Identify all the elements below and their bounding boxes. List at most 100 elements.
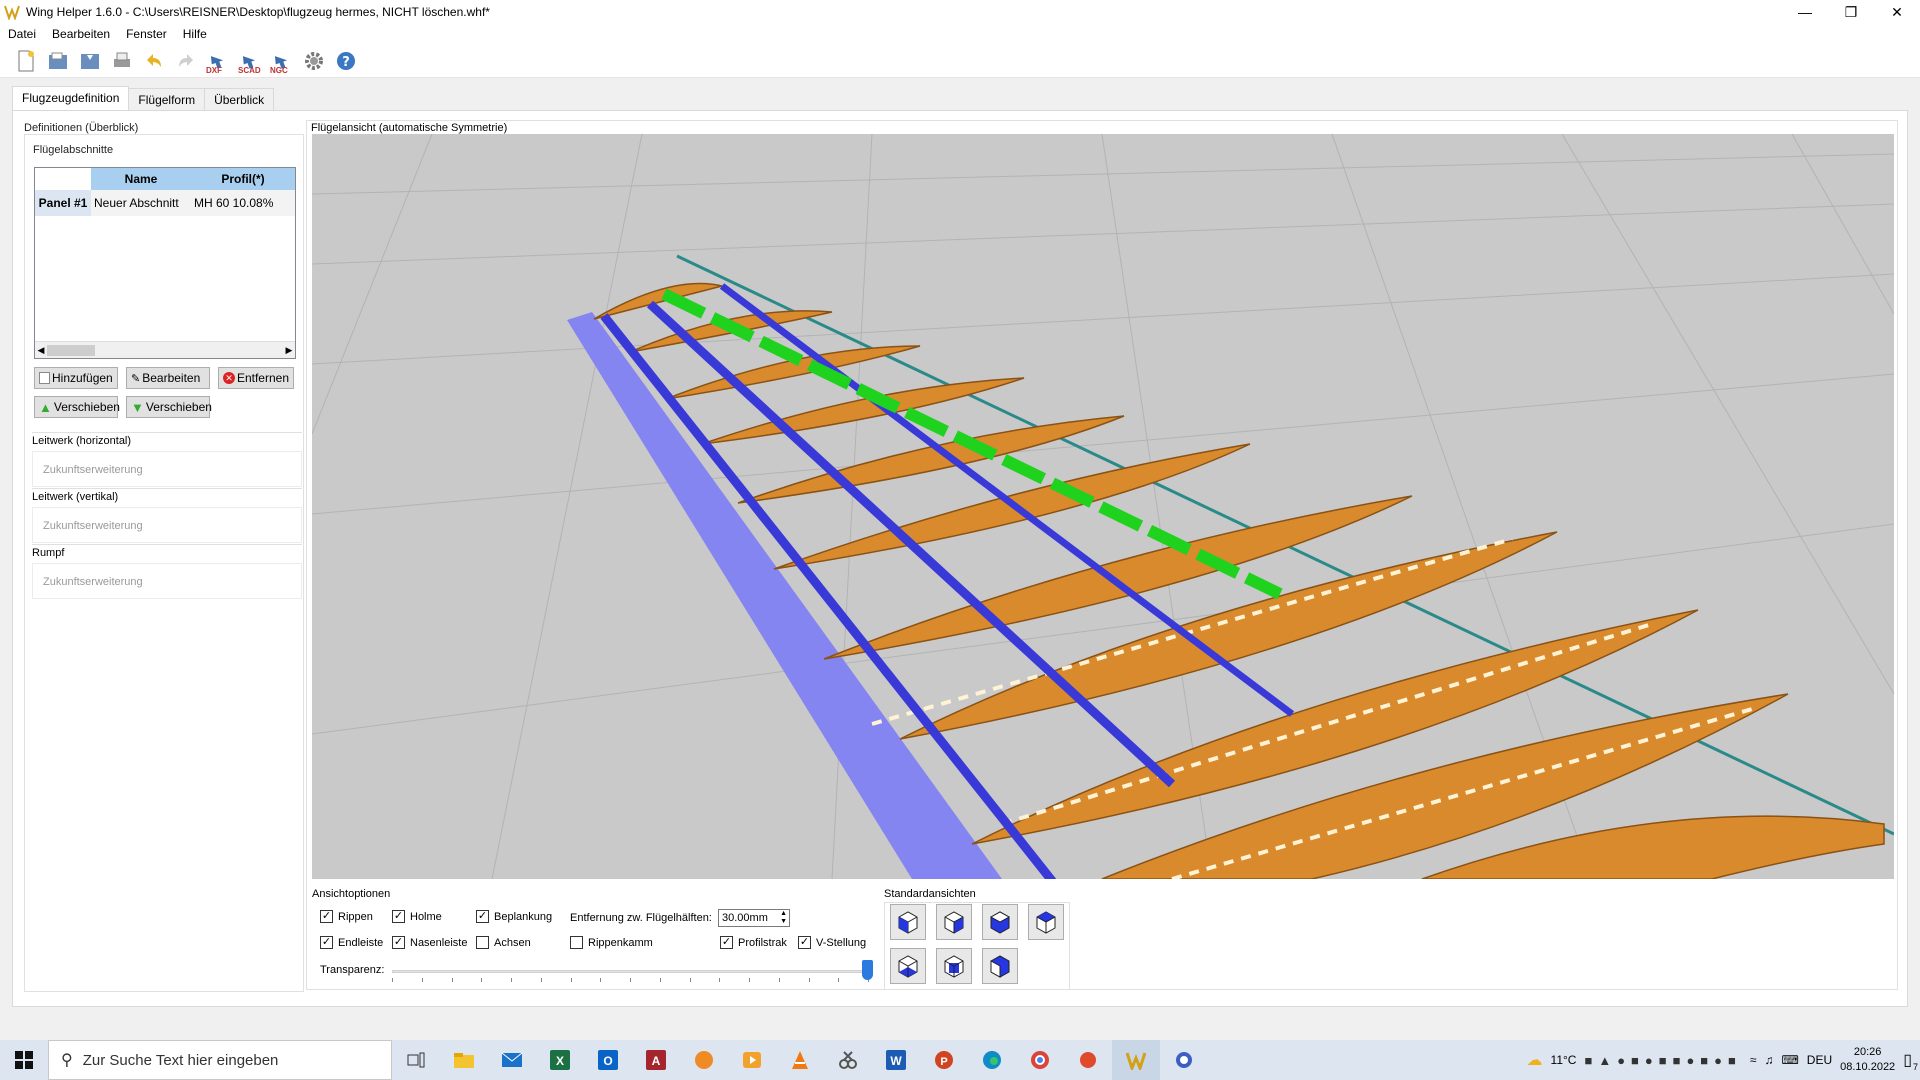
- menu-fenster[interactable]: Fenster: [118, 27, 175, 41]
- checkbox-box[interactable]: ✓: [720, 936, 733, 949]
- scroll-right-arrow-icon[interactable]: ▶: [283, 345, 295, 356]
- weather-icon[interactable]: ☁: [1527, 1050, 1543, 1070]
- minimize-button[interactable]: —: [1782, 0, 1828, 24]
- remove-icon: ✕: [223, 372, 235, 384]
- app-icon-red[interactable]: [1064, 1040, 1112, 1080]
- tab-flugzeugdefinition[interactable]: Flugzeugdefinition: [12, 86, 130, 110]
- move-down-button[interactable]: ▼ Verschieben: [126, 396, 212, 418]
- outlook-icon[interactable]: O: [584, 1040, 632, 1080]
- task-view-icon[interactable]: [392, 1040, 440, 1080]
- clock[interactable]: 20:26 08.10.2022: [1840, 1045, 1895, 1075]
- menu-bearbeiten[interactable]: Bearbeiten: [44, 27, 118, 41]
- view-top-button[interactable]: [890, 948, 926, 984]
- checkbox-box[interactable]: ✓: [798, 936, 811, 949]
- media-app-icon[interactable]: [680, 1040, 728, 1080]
- checkbox-box[interactable]: [570, 936, 583, 949]
- tab-ueberblick[interactable]: Überblick: [204, 88, 275, 110]
- cell-profile[interactable]: MH 60 10.08%: [191, 190, 295, 216]
- checkbox-box[interactable]: ✓: [320, 910, 333, 923]
- checkbox-box[interactable]: ✓: [392, 936, 405, 949]
- arrow-down-icon: ▼: [131, 399, 144, 415]
- distance-spinbox[interactable]: 30.00mm ▲ ▼: [718, 909, 790, 927]
- add-section-button[interactable]: Hinzufügen: [34, 367, 118, 389]
- chrome-icon[interactable]: [1016, 1040, 1064, 1080]
- remove-section-button[interactable]: ✕ Entfernen: [218, 367, 294, 389]
- menu-hilfe[interactable]: Hilfe: [175, 27, 215, 41]
- edge-icon[interactable]: [968, 1040, 1016, 1080]
- volume-icon[interactable]: ♫: [1764, 1053, 1773, 1067]
- undo-button[interactable]: [140, 47, 168, 75]
- column-header-profile[interactable]: Profil(*): [191, 168, 295, 190]
- save-button[interactable]: [76, 47, 104, 75]
- keyboard-icon[interactable]: ⌨: [1781, 1053, 1798, 1067]
- taskbar-search-box[interactable]: ⚲ Zur Suche Text hier eingeben: [48, 1040, 392, 1080]
- start-button[interactable]: [0, 1040, 48, 1080]
- new-file-button[interactable]: [12, 47, 40, 75]
- checkbox-box[interactable]: ✓: [320, 936, 333, 949]
- table-row[interactable]: Panel #1 Neuer Abschnitt MH 60 10.08%: [35, 190, 295, 216]
- spin-arrows-icon[interactable]: ▲ ▼: [780, 910, 787, 926]
- temperature[interactable]: 11°C: [1551, 1053, 1577, 1067]
- checkbox-profilstrak[interactable]: ✓ Profilstrak: [720, 936, 787, 949]
- edit-section-button[interactable]: ✎ Bearbeiten: [126, 367, 210, 389]
- notification-count: 7: [1912, 1062, 1918, 1072]
- wing-helper-taskbar-icon[interactable]: [1112, 1040, 1160, 1080]
- view-back-button[interactable]: [936, 904, 972, 940]
- cell-name[interactable]: Neuer Abschnitt: [91, 190, 191, 216]
- word-icon[interactable]: W: [872, 1040, 920, 1080]
- mail-icon[interactable]: [488, 1040, 536, 1080]
- powerpoint-icon[interactable]: P: [920, 1040, 968, 1080]
- checkbox-box[interactable]: [476, 936, 489, 949]
- transparency-slider-thumb[interactable]: [862, 960, 873, 980]
- language-indicator[interactable]: DEU: [1807, 1053, 1832, 1067]
- export-scad-button[interactable]: SCAD: [236, 47, 264, 75]
- checkbox-holme[interactable]: ✓ Holme: [392, 910, 442, 923]
- transparency-slider-track[interactable]: [392, 970, 868, 973]
- excel-icon[interactable]: X: [536, 1040, 584, 1080]
- video-app-icon[interactable]: [728, 1040, 776, 1080]
- row-header[interactable]: Panel #1: [35, 190, 91, 216]
- print-button[interactable]: [108, 47, 136, 75]
- view-bottom-button[interactable]: [936, 948, 972, 984]
- scrollbar-thumb[interactable]: [47, 344, 95, 356]
- checkbox-box[interactable]: ✓: [392, 910, 405, 923]
- access-icon[interactable]: A: [632, 1040, 680, 1080]
- help-button[interactable]: ?: [332, 47, 360, 75]
- vlc-icon[interactable]: [776, 1040, 824, 1080]
- export-dxf-button[interactable]: DXF: [204, 47, 232, 75]
- view-front-button[interactable]: [890, 904, 926, 940]
- tray-app-icons[interactable]: ■▲●■●■■●■●■: [1584, 1053, 1741, 1068]
- view-right-button[interactable]: [1028, 904, 1064, 940]
- checkbox-achsen[interactable]: Achsen: [476, 936, 531, 949]
- checkbox-rippenkamm[interactable]: Rippenkamm: [570, 936, 653, 949]
- column-header-name[interactable]: Name: [91, 168, 191, 190]
- tab-fluegelform[interactable]: Flügelform: [128, 88, 206, 110]
- checkbox-v-stellung[interactable]: ✓ V-Stellung: [798, 936, 866, 949]
- checkbox-endleiste[interactable]: ✓ Endleiste: [320, 936, 383, 949]
- checkbox-rippen[interactable]: ✓ Rippen: [320, 910, 373, 923]
- checkbox-beplankung[interactable]: ✓ Beplankung: [476, 910, 552, 923]
- svg-text:?: ?: [342, 55, 350, 70]
- windows-taskbar: ⚲ Zur Suche Text hier eingeben X O A W P …: [0, 1040, 1920, 1080]
- snipping-tool-icon[interactable]: [824, 1040, 872, 1080]
- file-explorer-icon[interactable]: [440, 1040, 488, 1080]
- settings-button[interactable]: [300, 47, 328, 75]
- menu-datei[interactable]: Datei: [0, 27, 44, 41]
- restore-button[interactable]: ❐: [1828, 0, 1874, 24]
- redo-button[interactable]: [172, 47, 200, 75]
- wing-3d-viewport[interactable]: [312, 134, 1894, 879]
- checkbox-nasenleiste[interactable]: ✓ Nasenleiste: [392, 936, 467, 949]
- view-options-panel: Ansichtoptionen ✓ Rippen ✓ Holme ✓ Beplanku…: [312, 882, 878, 990]
- close-button[interactable]: ✕: [1874, 0, 1920, 24]
- app-icon-blue[interactable]: [1160, 1040, 1208, 1080]
- scroll-left-arrow-icon[interactable]: ◀: [35, 345, 47, 356]
- notifications-button[interactable]: ▯ 7: [1903, 1050, 1918, 1072]
- wifi-icon[interactable]: ≈: [1750, 1053, 1757, 1067]
- checkbox-box[interactable]: ✓: [476, 910, 489, 923]
- move-up-button[interactable]: ▲ Verschieben: [34, 396, 120, 418]
- view-left-button[interactable]: [982, 904, 1018, 940]
- export-ngc-button[interactable]: NGC: [268, 47, 296, 75]
- open-button[interactable]: [44, 47, 72, 75]
- horizontal-scrollbar[interactable]: ◀ ▶: [35, 341, 295, 358]
- view-iso-button[interactable]: [982, 948, 1018, 984]
